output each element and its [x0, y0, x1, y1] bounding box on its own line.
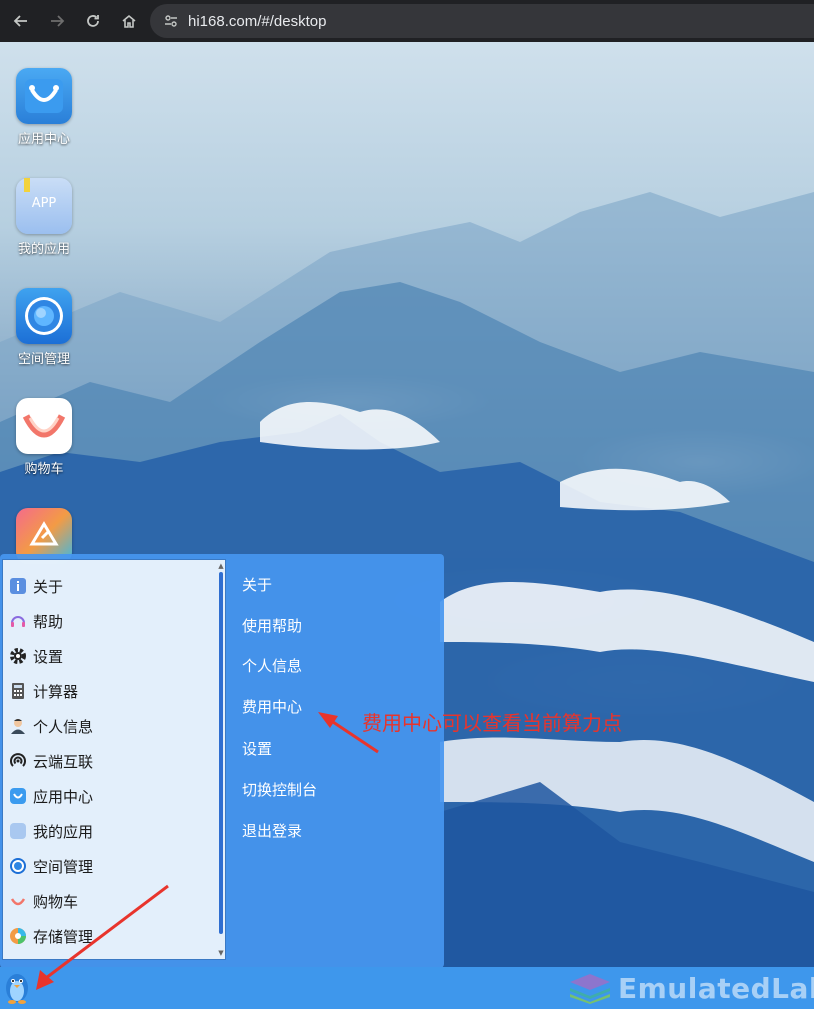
desktop-icon-shopping-cart[interactable]: 购物车 — [8, 398, 80, 477]
watermark-text: EmulatedLab — [618, 971, 814, 1005]
menu-scrollbar[interactable]: ▲ ▼ — [217, 562, 225, 957]
menu-item-label: 计算器 — [33, 682, 79, 701]
menu-item-cloud-connect[interactable]: 云端互联 — [9, 748, 93, 774]
url-text: hi168.com/#/desktop — [188, 12, 327, 30]
back-icon[interactable] — [6, 6, 36, 36]
menu-right-switch-console[interactable]: 切换控制台 — [242, 779, 317, 800]
menu-item-label: 应用中心 — [33, 787, 94, 806]
desktop-icon-label: 购物车 — [24, 462, 64, 477]
watermark: EmulatedLab — [568, 967, 814, 1009]
my-apps-icon — [9, 822, 27, 840]
menu-item-label: 购物车 — [33, 892, 79, 911]
menu-right-billing-center[interactable]: 费用中心 — [242, 696, 302, 717]
forward-icon[interactable] — [42, 6, 72, 36]
menu-item-label: 个人信息 — [33, 717, 94, 736]
menu-item-label: 设置 — [33, 647, 64, 666]
menu-right-logout[interactable]: 退出登录 — [242, 820, 302, 841]
shopping-cart-icon — [9, 892, 27, 910]
menu-item-shopping-cart[interactable]: 购物车 — [9, 888, 78, 914]
app-tile-text: APP — [31, 196, 57, 211]
menu-item-space-management[interactable]: 空间管理 — [9, 853, 93, 879]
menu-item-storage-management[interactable]: 存储管理 — [9, 923, 93, 949]
browser-toolbar: hi168.com/#/desktop — [0, 0, 814, 42]
desktop-icon-label: 空间管理 — [17, 352, 70, 367]
shopping-cart-icon — [16, 398, 72, 454]
app-center-icon — [16, 68, 72, 124]
start-menu-app-list: 关于 帮助 设置 计算器 个人信息 云端互联 应用中心 我的应用 空间管理 购物… — [2, 559, 226, 960]
menu-item-label: 存储管理 — [33, 927, 94, 946]
bookmark-ribbon — [24, 178, 30, 192]
menu-item-calculator[interactable]: 计算器 — [9, 678, 78, 704]
menu-item-label: 关于 — [33, 577, 64, 596]
user-info-icon — [9, 717, 27, 735]
menu-right-about[interactable]: 关于 — [242, 574, 272, 595]
desktop-icon-label: 我的应用 — [17, 242, 70, 257]
menu-item-settings[interactable]: 设置 — [9, 643, 63, 669]
start-menu: 关于 帮助 设置 计算器 个人信息 云端互联 应用中心 我的应用 空间管理 购物… — [0, 554, 444, 968]
menu-item-label: 云端互联 — [33, 752, 94, 771]
menu-item-label: 空间管理 — [33, 857, 94, 876]
start-button[interactable] — [2, 970, 32, 1006]
menu-item-app-center[interactable]: 应用中心 — [9, 783, 93, 809]
menu-item-about[interactable]: 关于 — [9, 573, 63, 599]
site-info-icon[interactable] — [158, 13, 184, 29]
desktop-icon-app-center[interactable]: 应用中心 — [8, 68, 80, 147]
scroll-down-icon[interactable]: ▼ — [217, 949, 225, 957]
help-icon — [9, 612, 27, 630]
app-center-icon — [9, 787, 27, 805]
desktop-icon-my-apps[interactable]: APP 我的应用 — [8, 178, 80, 257]
menu-item-user-info[interactable]: 个人信息 — [9, 713, 93, 739]
my-apps-icon: APP — [16, 178, 72, 234]
desktop-icon-label: 应用中心 — [17, 132, 70, 147]
taskbar: EmulatedLab — [0, 967, 814, 1009]
reload-icon[interactable] — [78, 6, 108, 36]
space-management-icon — [9, 857, 27, 875]
home-icon[interactable] — [114, 6, 144, 36]
annotation-text: 费用中心可以查看当前算力点 — [362, 711, 622, 735]
menu-item-label: 我的应用 — [33, 822, 94, 841]
menu-right-user-info[interactable]: 个人信息 — [242, 655, 302, 676]
menu-right-settings[interactable]: 设置 — [242, 738, 272, 759]
penguin-logo-icon — [6, 974, 28, 1004]
menu-right-help[interactable]: 使用帮助 — [242, 615, 302, 636]
desktop-icon-space-management[interactable]: 空间管理 — [8, 288, 80, 367]
menu-item-my-apps[interactable]: 我的应用 — [9, 818, 93, 844]
menu-item-help[interactable]: 帮助 — [9, 608, 63, 634]
calculator-icon — [9, 682, 27, 700]
menu-item-label: 帮助 — [33, 612, 64, 631]
space-management-icon — [16, 288, 72, 344]
storage-management-icon — [9, 927, 27, 945]
about-icon — [9, 577, 27, 595]
address-bar[interactable]: hi168.com/#/desktop — [150, 4, 814, 38]
layers-logo-icon — [570, 974, 610, 1004]
scrollbar-thumb[interactable] — [219, 572, 223, 934]
cloud-connect-icon — [9, 752, 27, 770]
scroll-up-icon[interactable]: ▲ — [217, 562, 225, 570]
settings-gear-icon — [9, 647, 27, 665]
